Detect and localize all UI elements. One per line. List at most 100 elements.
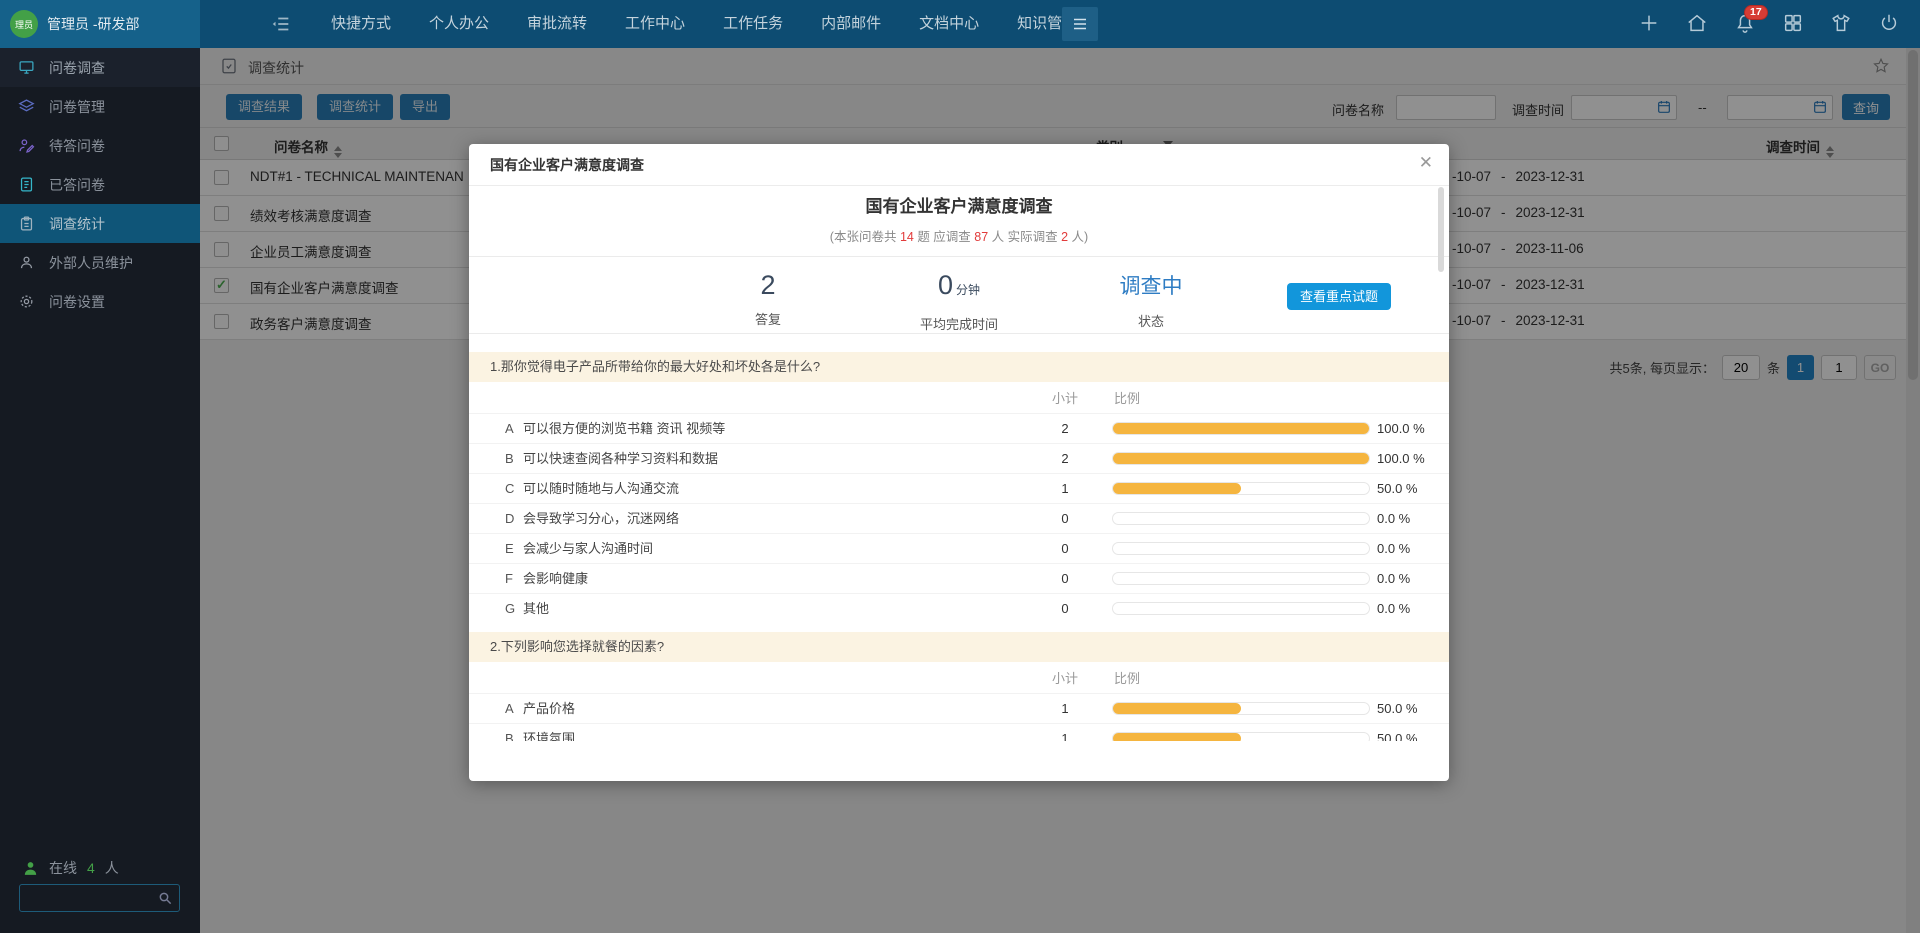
view-key-questions-button[interactable]: 查看重点试题 (1287, 283, 1391, 310)
nav-item-document-center[interactable]: 文档中心 (900, 0, 998, 48)
nav-item-internal-mail[interactable]: 内部邮件 (802, 0, 900, 48)
survey-subtitle: (本张问卷共 14 题 应调查 87 人 实际调查 2 人) (469, 228, 1449, 246)
online-user-icon (22, 860, 39, 877)
document-icon (18, 176, 35, 193)
nav-item-quick-access[interactable]: 快捷方式 (312, 0, 410, 48)
option-letter: C (505, 474, 514, 504)
online-label: 在线 (49, 858, 77, 878)
option-row: A产品价格1 50.0 % (469, 693, 1449, 723)
option-count: 1 (1045, 694, 1085, 724)
add-icon[interactable] (1638, 12, 1662, 36)
option-text: 环境氛围 (523, 724, 575, 741)
option-letter: G (505, 594, 515, 624)
home-icon[interactable] (1686, 12, 1710, 36)
option-count: 1 (1045, 474, 1085, 504)
survey-stats: 2 答复 0分钟 平均完成时间 调查中 状态 查看重点试题 (469, 257, 1449, 333)
user-icon (18, 254, 35, 271)
ratio-bar-fill (1113, 423, 1369, 434)
option-percent: 0.0 % (1377, 534, 1410, 564)
ratio-bar-track (1112, 452, 1370, 465)
apps-grid-icon[interactable] (1782, 12, 1806, 36)
option-text: 会减少与家人沟通时间 (523, 534, 653, 564)
close-icon[interactable]: ✕ (1419, 153, 1433, 173)
subtotal-header: 小计 (1045, 385, 1085, 413)
option-letter: A (505, 414, 514, 444)
sidebar-search (19, 884, 180, 912)
question-1-subheader: 小计 比例 (469, 385, 1449, 413)
sidebar-item-answered-questionnaires[interactable]: 已答问卷 (0, 165, 200, 204)
sidebar-item-pending-questionnaires[interactable]: 待答问卷 (0, 126, 200, 165)
option-letter: E (505, 534, 514, 564)
option-count: 2 (1045, 444, 1085, 474)
option-text: 可以很方便的浏览书籍 资讯 视频等 (523, 414, 725, 444)
stat-status-label: 状态 (1120, 311, 1183, 330)
stat-avg-value: 0分钟 (920, 269, 998, 306)
sidebar-item-label: 调查统计 (49, 214, 105, 234)
subtotal-header: 小计 (1045, 665, 1085, 693)
sidebar-item-survey-statistics[interactable]: 调查统计 (0, 204, 200, 243)
ratio-bar-fill (1113, 703, 1241, 714)
option-row: G其他0 0.0 % (469, 593, 1449, 623)
nav-item-personal-office[interactable]: 个人办公 (410, 0, 508, 48)
option-count: 0 (1045, 564, 1085, 594)
sidebar-item-label: 问卷调查 (49, 58, 105, 78)
online-count: 4 (87, 860, 95, 876)
nav-item-work-tasks[interactable]: 工作任务 (704, 0, 802, 48)
notifications-icon[interactable]: 17 (1734, 12, 1758, 36)
option-count: 2 (1045, 414, 1085, 444)
option-row: C 可以随时随地与人沟通交流 1 50.0 % (469, 473, 1449, 503)
monitor-icon (18, 59, 35, 76)
option-text: 可以随时随地与人沟通交流 (523, 474, 679, 504)
ratio-bar-track (1112, 482, 1370, 495)
question-2-subheader: 小计 比例 (469, 665, 1449, 693)
sidebar-item-survey[interactable]: 问卷调查 (0, 48, 200, 87)
option-percent: 50.0 % (1377, 694, 1417, 724)
option-text: 可以快速查阅各种学习资料和数据 (523, 444, 718, 474)
sidebar-item-questionnaire-settings[interactable]: 问卷设置 (0, 282, 200, 321)
ratio-bar-track (1112, 512, 1370, 525)
sidebar: 问卷调查 问卷管理 待答问卷 已答问卷 调查统计 外部人员维护 问卷设置 在 (0, 48, 200, 933)
option-count: 0 (1045, 504, 1085, 534)
question-1-title: 1.那你觉得电子产品所带给你的最大好处和坏处各是什么? (469, 352, 1449, 382)
option-percent: 50.0 % (1377, 474, 1417, 504)
stat-replies-value: 2 (755, 269, 781, 301)
modal-scrollbar-thumb[interactable] (1438, 187, 1444, 272)
user-name: 管理员 -研发部 (47, 14, 140, 34)
option-row: B可以快速查阅各种学习资料和数据2 100.0 % (469, 443, 1449, 473)
theme-tshirt-icon[interactable] (1830, 12, 1854, 36)
nav-item-work-center[interactable]: 工作中心 (606, 0, 704, 48)
layers-icon (18, 98, 35, 115)
sidebar-item-external-personnel[interactable]: 外部人员维护 (0, 243, 200, 282)
topbar-icons: 17 (1638, 0, 1902, 48)
sidebar-search-input[interactable] (24, 886, 150, 910)
option-row: F会影响健康0 0.0 % (469, 563, 1449, 593)
option-count: 0 (1045, 594, 1085, 624)
stat-avg-label: 平均完成时间 (920, 314, 998, 333)
survey-title: 国有企业客户满意度调查 (469, 194, 1449, 220)
nav-item-approval-flow[interactable]: 审批流转 (508, 0, 606, 48)
power-icon[interactable] (1878, 12, 1902, 36)
search-icon[interactable] (157, 890, 173, 906)
ratio-bar-track (1112, 702, 1370, 715)
collapse-menu-icon[interactable] (270, 13, 292, 35)
avatar: 理员 (10, 10, 38, 38)
app: 理员 管理员 -研发部 快捷方式 个人办公 审批流转 工作中心 工作任务 内部邮… (0, 0, 1920, 933)
option-count: 0 (1045, 534, 1085, 564)
option-percent: 0.0 % (1377, 504, 1410, 534)
stat-status-value: 调查中 (1120, 271, 1183, 303)
ratio-bar-fill (1113, 733, 1241, 741)
sidebar-item-label: 已答问卷 (49, 175, 105, 195)
modal-body: 国有企业客户满意度调查 (本张问卷共 14 题 应调查 87 人 实际调查 2 … (469, 186, 1449, 741)
stat-avg-unit: 分钟 (956, 283, 980, 297)
option-letter: B (505, 444, 514, 474)
option-percent: 100.0 % (1377, 414, 1425, 444)
stat-replies: 2 答复 (755, 257, 781, 328)
stat-status: 调查中 状态 (1120, 257, 1183, 330)
more-menu-button[interactable] (1062, 7, 1098, 41)
sidebar-item-survey-management[interactable]: 问卷管理 (0, 87, 200, 126)
ratio-bar-track (1112, 542, 1370, 555)
gear-icon (18, 293, 35, 310)
modal-title: 国有企业客户满意度调查 (490, 144, 644, 186)
online-status: 在线 4 人 (22, 858, 119, 878)
user-chip[interactable]: 理员 管理员 -研发部 (0, 0, 200, 48)
